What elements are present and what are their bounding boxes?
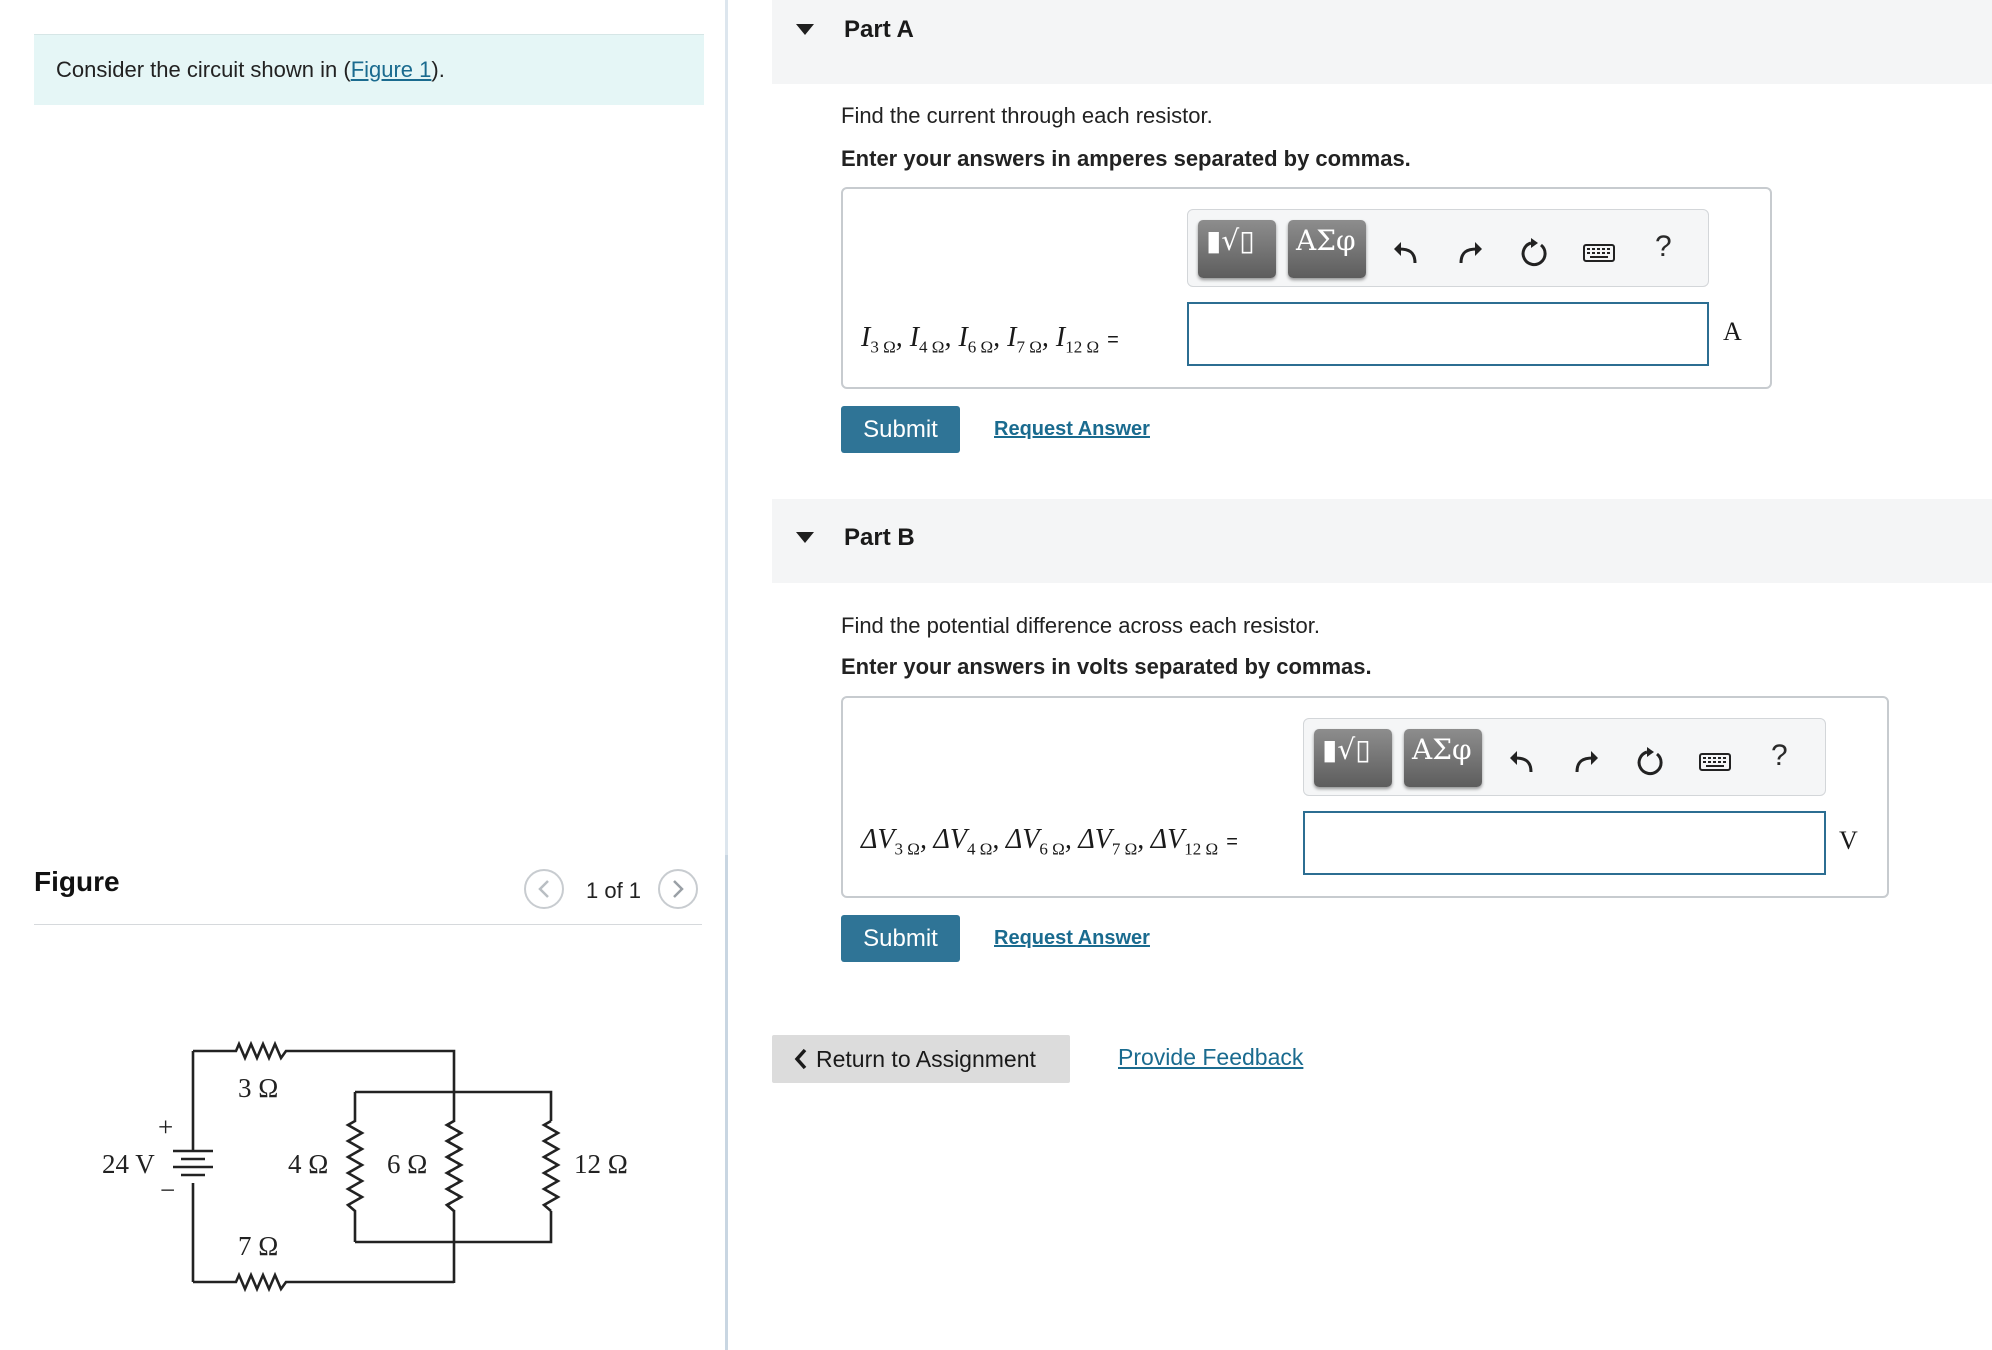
part-a-instruction: Enter your answers in amperes separated … (841, 146, 1411, 171)
provide-feedback-link[interactable]: Provide Feedback (1118, 1044, 1303, 1071)
figure-rule (34, 924, 702, 925)
part-a-submit-button[interactable]: Submit (841, 406, 960, 453)
caret-down-icon[interactable] (796, 532, 814, 543)
intro-text: Consider the circuit shown in (Figure 1)… (56, 57, 445, 82)
figure-next-button[interactable] (658, 869, 698, 909)
redo-icon (1575, 751, 1598, 773)
part-a-request-answer-link[interactable]: Request Answer (994, 418, 1150, 441)
part-b-title: Part B (844, 524, 915, 551)
resistor-4-label: 4 Ω (288, 1149, 328, 1179)
greek-symbols-button[interactable]: ΑΣφ (1404, 729, 1482, 787)
keyboard-icon (1699, 753, 1731, 771)
figure-prev-button[interactable] (524, 869, 564, 909)
greek-symbols-button[interactable]: ΑΣφ (1288, 220, 1366, 278)
undo-button[interactable] (1388, 236, 1422, 270)
help-button[interactable]: ? (1771, 739, 1788, 773)
reset-button[interactable] (1517, 236, 1551, 270)
resistor-12-label: 12 Ω (574, 1149, 628, 1179)
part-a-math-toolbar: ▮√▯ ΑΣφ ? (1187, 209, 1709, 287)
part-a-answer-box: ▮√▯ ΑΣφ ? I3 Ω, I4 Ω, I6 Ω, I7 Ω, I12 Ω =… (841, 187, 1772, 389)
return-label: Return to Assignment (816, 1045, 1036, 1072)
battery-label: 24 V (102, 1149, 155, 1179)
templates-icon: ▮√▯ (1206, 224, 1255, 257)
part-b-unit: V (1839, 826, 1858, 855)
part-b-answer-box: ▮√▯ ΑΣφ ? ΔV3 Ω, ΔV4 Ω, ΔV6 Ω, ΔV7 Ω, ΔV… (841, 696, 1889, 898)
figure-title: Figure (34, 866, 120, 897)
undo-icon (1510, 751, 1533, 773)
reset-icon (1637, 747, 1663, 776)
resistor-7-label: 7 Ω (238, 1231, 278, 1261)
templates-button[interactable]: ▮√▯ (1314, 729, 1392, 787)
figure-pager: 1 of 1 (586, 878, 642, 903)
templates-button[interactable]: ▮√▯ (1198, 220, 1276, 278)
chevron-left-icon (794, 1048, 807, 1070)
battery-plus: + (158, 1112, 173, 1142)
undo-icon (1394, 242, 1417, 264)
part-b-submit-button[interactable]: Submit (841, 915, 960, 962)
part-b-equation-label: ΔV3 Ω, ΔV4 Ω, ΔV6 Ω, ΔV7 Ω, ΔV12 Ω = (861, 824, 1238, 859)
greek-symbols-icon: ΑΣφ (1296, 224, 1356, 257)
keyboard-icon (1583, 244, 1615, 262)
undo-button[interactable] (1504, 745, 1538, 779)
part-b-header[interactable] (772, 499, 1992, 583)
resistor-4 (345, 1092, 365, 1242)
resistor-6-label: 6 Ω (387, 1149, 427, 1179)
column-divider-lower (725, 855, 728, 1350)
part-b-math-toolbar: ▮√▯ ΑΣφ ? (1303, 718, 1826, 796)
greek-symbols-icon: ΑΣφ (1412, 733, 1472, 766)
caret-down-icon[interactable] (796, 24, 814, 35)
figure-1-link[interactable]: Figure 1 (351, 57, 432, 82)
circuit-diagram: + − 24 V 3 Ω 4 Ω 6 Ω 7 Ω 12 Ω (102, 1040, 628, 1293)
part-a-question: Find the current through each resistor. (841, 103, 1213, 128)
keyboard-button[interactable] (1698, 745, 1732, 779)
part-b-answer-input[interactable] (1303, 811, 1826, 875)
redo-button[interactable] (1454, 236, 1488, 270)
battery-minus: − (160, 1175, 175, 1205)
keyboard-button[interactable] (1582, 236, 1616, 270)
wire-bottom (193, 1271, 454, 1293)
battery-symbol (173, 1149, 213, 1177)
chevron-left-icon (538, 880, 549, 898)
templates-icon: ▮√▯ (1322, 733, 1371, 766)
reset-button[interactable] (1633, 745, 1667, 779)
part-a-title: Part A (844, 16, 914, 43)
part-a-answer-input[interactable] (1187, 302, 1709, 366)
part-b-request-answer-link[interactable]: Request Answer (994, 927, 1150, 950)
part-b-question: Find the potential difference across eac… (841, 613, 1320, 638)
reset-icon (1521, 238, 1547, 267)
chevron-right-icon (673, 880, 684, 898)
return-to-assignment-button[interactable]: Return to Assignment (772, 1035, 1070, 1083)
part-a-header[interactable] (772, 0, 1992, 84)
part-b-instruction: Enter your answers in volts separated by… (841, 654, 1372, 679)
resistor-12 (541, 1119, 561, 1212)
resistor-3-label: 3 Ω (238, 1073, 278, 1103)
redo-button[interactable] (1570, 745, 1604, 779)
redo-icon (1459, 242, 1482, 264)
help-button[interactable]: ? (1655, 230, 1672, 264)
part-a-equation-label: I3 Ω, I4 Ω, I6 Ω, I7 Ω, I12 Ω = (861, 322, 1119, 357)
problem-intro: Consider the circuit shown in (Figure 1)… (34, 34, 704, 105)
part-a-unit: A (1723, 317, 1742, 346)
